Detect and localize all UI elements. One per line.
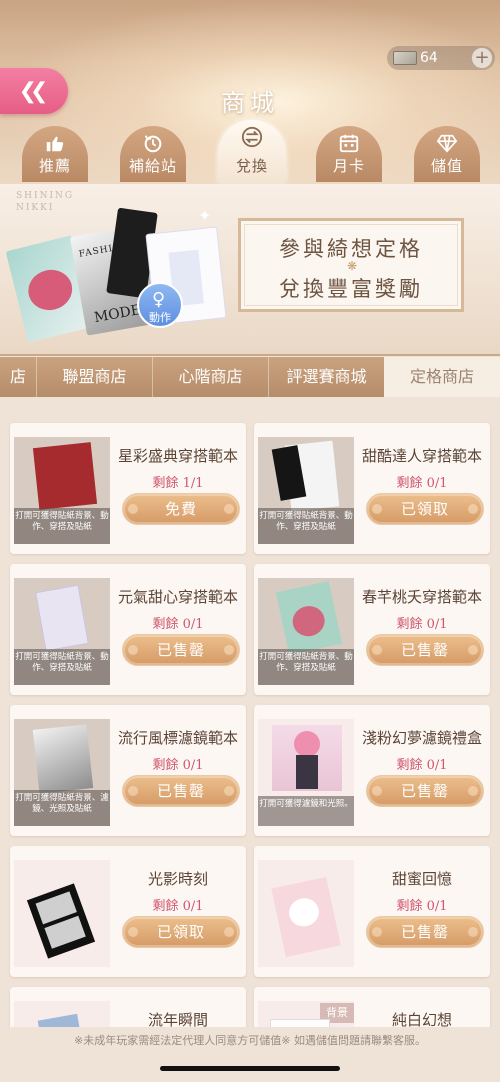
tab-label: 月卡 xyxy=(332,157,365,175)
item-caption: 打開可獲得貼紙背景、動作、穿搭及貼紙 xyxy=(258,508,354,544)
shop-tabs: 店 聯盟商店 心階商店 評選賽商城 定格商店 xyxy=(0,357,500,397)
item-remaining: 剩餘 0/1 xyxy=(396,476,448,491)
shop-tab-heart-stage[interactable]: 心階商店 xyxy=(152,357,268,397)
tab-top-up[interactable]: 儲值 xyxy=(414,126,480,182)
item-thumbnail: 打開可獲得貼紙背景、濾鏡、光照及貼紙 xyxy=(14,719,110,826)
item-name: 光影時刻 xyxy=(147,870,208,888)
tab-exchange[interactable]: 兌換 xyxy=(218,120,286,182)
promo-banner[interactable]: SHINING NIKKI FASHION MODE ♀ 動作 ✦ 參與綺想定格… xyxy=(0,184,500,356)
sold-out-button[interactable]: 已售罄 xyxy=(122,634,240,666)
star-ornament-icon: ❋ xyxy=(347,259,358,273)
item-name: 春芊桃夭穿搭範本 xyxy=(361,588,482,606)
add-currency-button[interactable]: + xyxy=(471,47,493,69)
shop-item-card[interactable]: 甜蜜回憶 剩餘 0/1 已售罄 xyxy=(254,846,490,977)
shop-tab-alliance[interactable]: 聯盟商店 xyxy=(36,357,152,397)
item-caption: 打開可獲得濾鏡和光照。 xyxy=(258,796,354,826)
item-remaining: 剩餘 0/1 xyxy=(396,617,448,632)
home-indicator[interactable] xyxy=(160,1066,340,1071)
claimed-button[interactable]: 已領取 xyxy=(366,493,484,525)
currency-display: 64 + xyxy=(387,46,495,70)
currency-amount: 64 xyxy=(420,50,438,66)
item-caption: 打開可獲得貼紙背景、動作、穿搭及貼紙 xyxy=(258,649,354,685)
item-name: 甜酷達人穿搭範本 xyxy=(361,447,482,465)
shop-item-card[interactable]: 打開可獲得貼紙背景、動作、穿搭及貼紙 元氣甜心穿搭範本 剩餘 0/1 已售罄 xyxy=(10,564,246,695)
banner-card-art xyxy=(24,265,77,315)
person-action-icon: ♀ xyxy=(152,289,166,310)
thumbs-up-icon xyxy=(46,136,64,152)
shop-item-card[interactable]: 打開可獲得濾鏡和光照。 淺粉幻夢濾鏡禮盒 剩餘 0/1 已售罄 xyxy=(254,705,490,836)
item-caption: 打開可獲得貼紙背景、動作、穿搭及貼紙 xyxy=(14,649,110,685)
item-remaining: 剩餘 0/1 xyxy=(152,758,204,773)
item-thumbnail: 打開可獲得貼紙背景、動作、穿搭及貼紙 xyxy=(258,578,354,685)
item-remaining: 剩餘 0/1 xyxy=(152,899,204,914)
sold-out-button[interactable]: 已售罄 xyxy=(122,775,240,807)
item-caption: 打開可獲得貼紙背景、動作、穿搭及貼紙 xyxy=(14,508,110,544)
tab-recommend[interactable]: 推薦 xyxy=(22,126,88,182)
shop-item-card[interactable]: 打開可獲得貼紙背景、濾鏡、光照及貼紙 流行風標濾鏡範本 剩餘 0/1 已售罄 xyxy=(10,705,246,836)
clock-refresh-icon xyxy=(144,135,162,153)
free-button[interactable]: 免費 xyxy=(122,493,240,525)
diamond-icon xyxy=(436,134,458,153)
item-thumbnail xyxy=(258,860,354,967)
header: ❮❮ 64 + 商城 推薦 補給站 兌換 月卡 儲值 xyxy=(0,0,500,185)
action-badge: ♀ 動作 xyxy=(137,282,183,328)
tab-label: 推薦 xyxy=(38,157,71,175)
item-caption: 打開可獲得貼紙背景、濾鏡、光照及貼紙 xyxy=(14,790,110,826)
main-tabs: 推薦 補給站 兌換 月卡 儲值 xyxy=(0,120,500,184)
tab-label: 補給站 xyxy=(128,157,177,175)
item-thumbnail: 打開可獲得貼紙背景、動作、穿搭及貼紙 xyxy=(14,437,110,544)
item-thumbnail xyxy=(14,860,110,967)
shop-tab-partial[interactable]: 店 xyxy=(0,357,36,397)
shop-tab-frame[interactable]: 定格商店 xyxy=(384,357,500,397)
claimed-button[interactable]: 已領取 xyxy=(122,916,240,948)
shop-item-card[interactable]: 打開可獲得貼紙背景、動作、穿搭及貼紙 甜酷達人穿搭範本 剩餘 0/1 已領取 xyxy=(254,423,490,554)
tab-label: 儲值 xyxy=(430,157,463,175)
tab-label: 兌換 xyxy=(235,157,268,175)
item-thumbnail: 打開可獲得濾鏡和光照。 xyxy=(258,719,354,826)
item-thumbnail: 打開可獲得貼紙背景、動作、穿搭及貼紙 xyxy=(14,578,110,685)
item-remaining: 剩餘 0/1 xyxy=(396,758,448,773)
shop-item-card[interactable]: 打開可獲得貼紙背景、動作、穿搭及貼紙 星彩盛典穿搭範本 剩餘 1/1 免費 xyxy=(10,423,246,554)
item-name: 甜蜜回憶 xyxy=(391,870,452,888)
item-thumbnail: 打開可獲得貼紙背景、動作、穿搭及貼紙 xyxy=(258,437,354,544)
item-remaining: 剩餘 0/1 xyxy=(152,617,204,632)
banknote-icon xyxy=(393,51,417,65)
item-remaining: 剩餘 0/1 xyxy=(396,899,448,914)
item-name: 元氣甜心穿搭範本 xyxy=(117,588,238,606)
item-name: 淺粉幻夢濾鏡禮盒 xyxy=(361,729,482,747)
footer-note: ※未成年玩家需經法定代理人同意方可儲值※ 如遇儲值問題請聯繫客服。 xyxy=(0,1027,500,1057)
sold-out-button[interactable]: 已售罄 xyxy=(366,634,484,666)
page-title: 商城 xyxy=(221,89,279,117)
item-remaining: 剩餘 1/1 xyxy=(152,476,204,491)
shop-item-card[interactable]: 打開可獲得貼紙背景、動作、穿搭及貼紙 春芊桃夭穿搭範本 剩餘 0/1 已售罄 xyxy=(254,564,490,695)
calendar-icon xyxy=(339,134,359,153)
sparkle-icon: ✦ xyxy=(198,206,212,225)
tab-monthly-card[interactable]: 月卡 xyxy=(316,126,382,182)
shop-tab-competition[interactable]: 評選賽商城 xyxy=(268,357,384,397)
sold-out-button[interactable]: 已售罄 xyxy=(366,775,484,807)
item-name: 流行風標濾鏡範本 xyxy=(117,729,238,747)
brand-watermark: SHINING NIKKI xyxy=(16,191,75,213)
exchange-icon xyxy=(241,126,263,148)
item-grid: 打開可獲得貼紙背景、動作、穿搭及貼紙 星彩盛典穿搭範本 剩餘 1/1 免費 打開… xyxy=(0,397,500,1047)
tab-supply-station[interactable]: 補給站 xyxy=(120,126,186,182)
promo-text-box: 參與綺想定格 ❋ 兌換豐富獎勵 xyxy=(238,218,464,312)
promo-line-2: 兌換豐富獎勵 xyxy=(279,277,423,301)
sold-out-button[interactable]: 已售罄 xyxy=(366,916,484,948)
item-name: 星彩盛典穿搭範本 xyxy=(117,447,238,465)
shop-item-card[interactable]: 光影時刻 剩餘 0/1 已領取 xyxy=(10,846,246,977)
